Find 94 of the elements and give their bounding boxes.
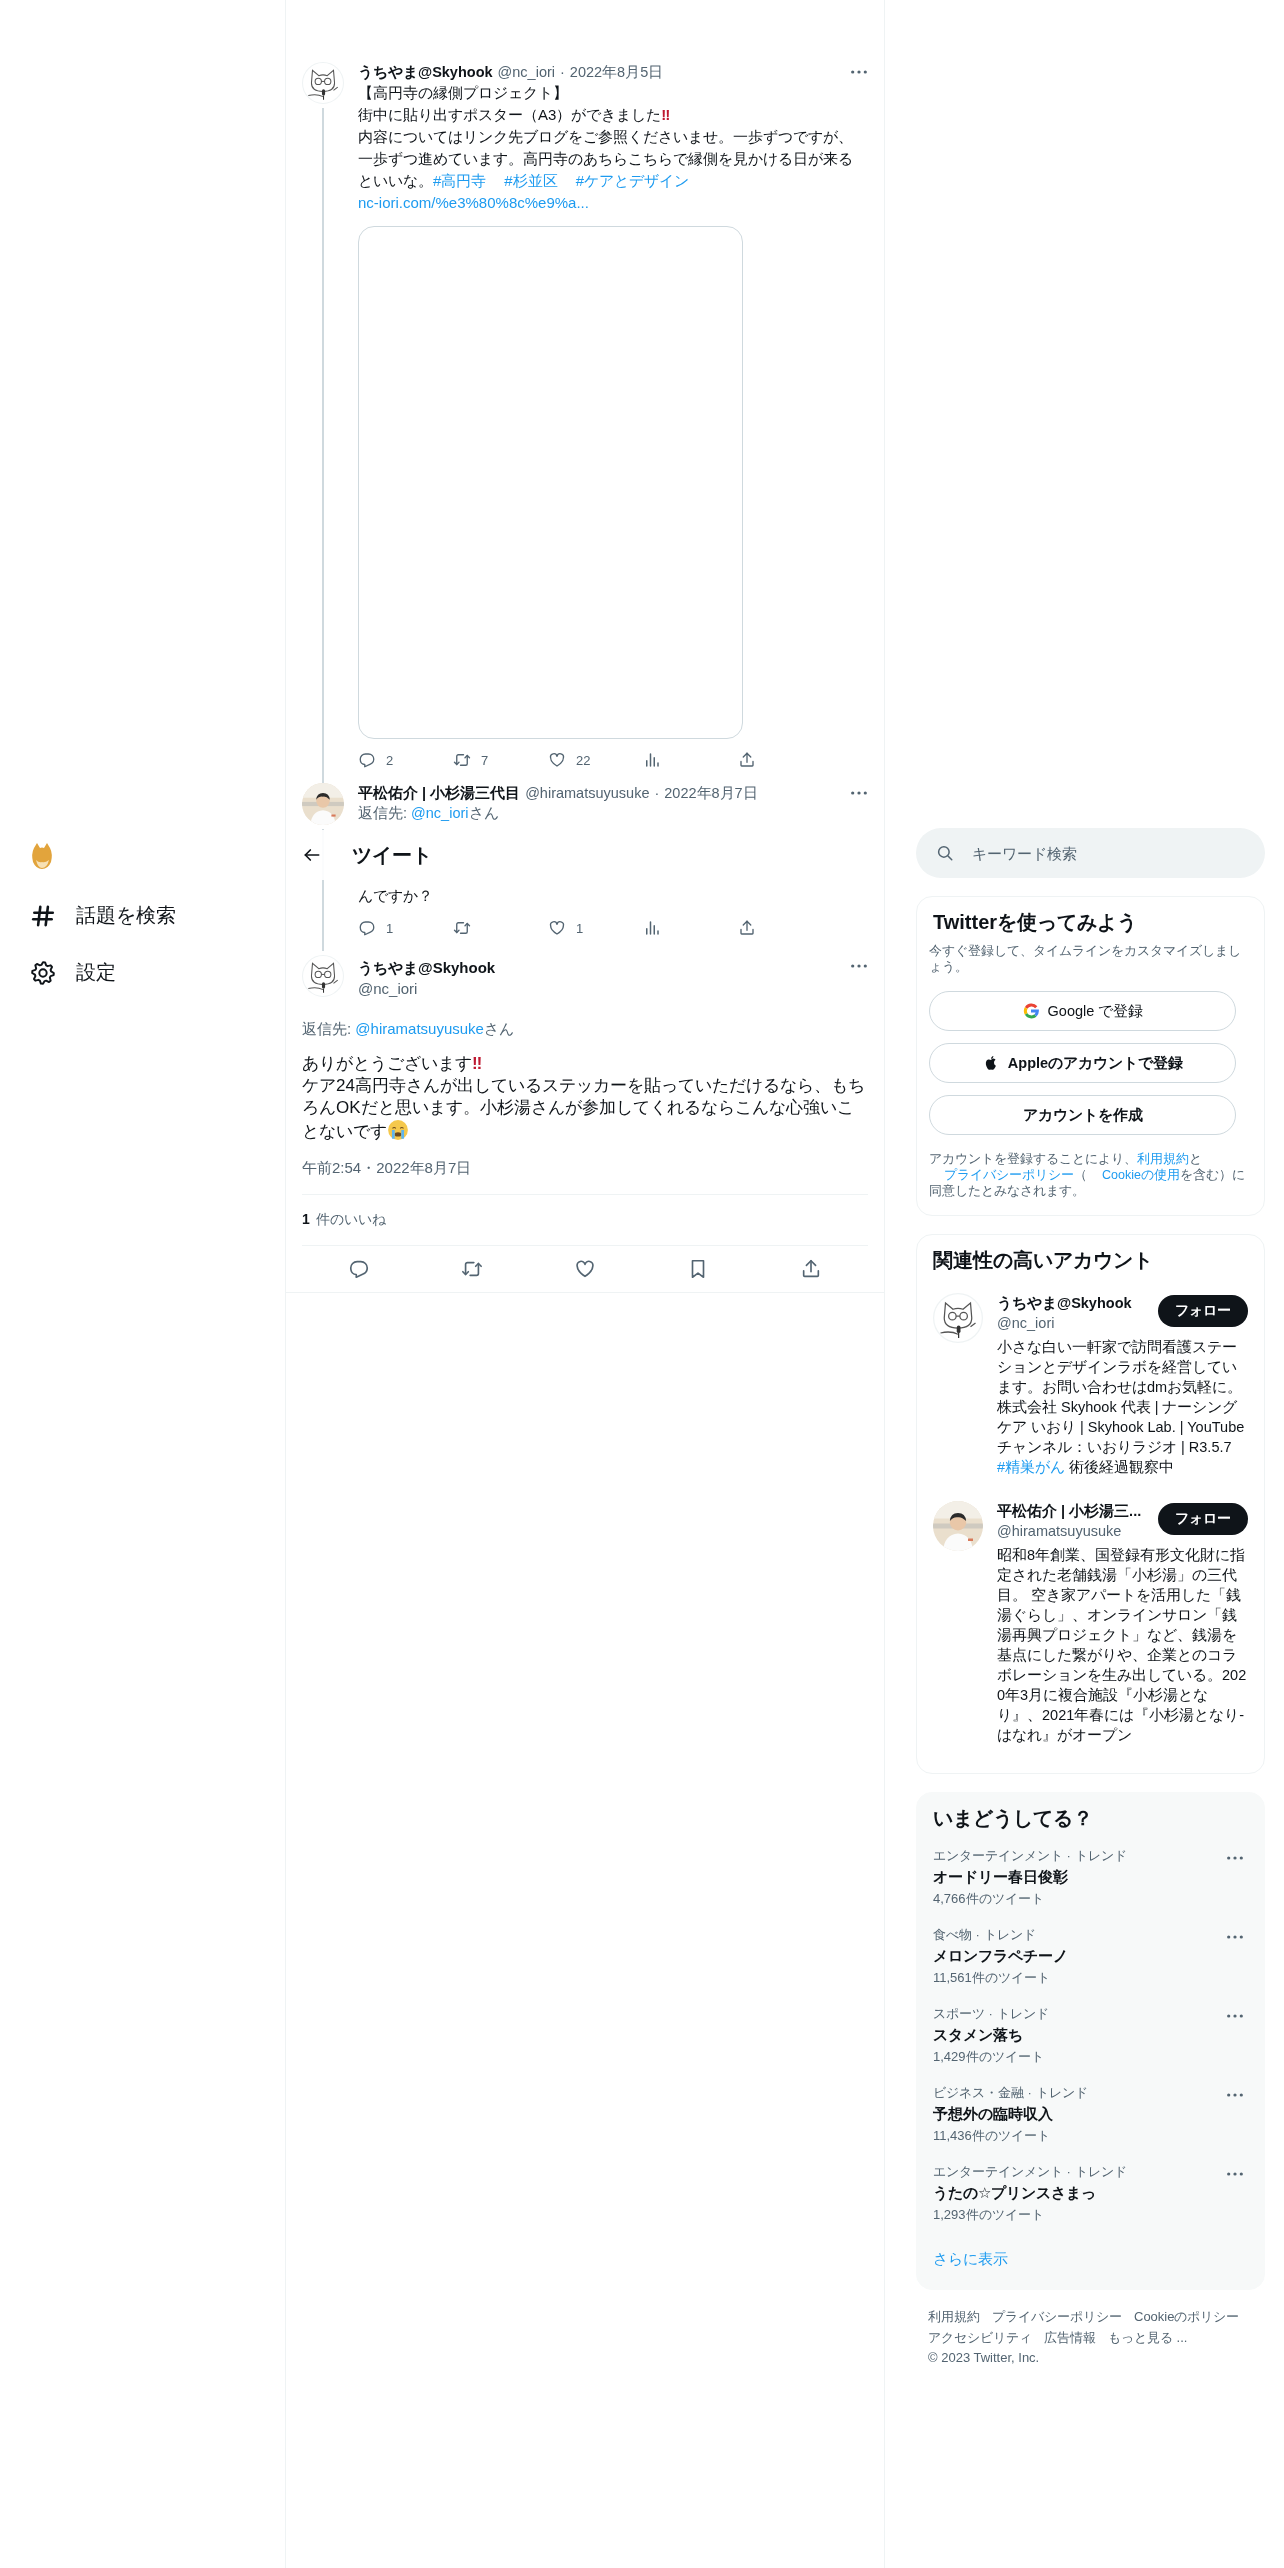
footer-link[interactable]: アクセシビリティ — [928, 2329, 1032, 2347]
trend-count: 11,436件のツイート — [933, 2127, 1051, 2145]
more-icon[interactable] — [1226, 2092, 1244, 2098]
separator-dot: · — [654, 784, 660, 803]
reply-icon[interactable] — [358, 751, 376, 769]
footer-link[interactable]: もっと見る ... — [1108, 2329, 1188, 2347]
bar-chart-icon[interactable] — [643, 919, 661, 937]
action-count: 1 — [576, 920, 584, 936]
trend-count: 1,293件のツイート — [933, 2206, 1045, 2224]
crying-emoji-icon — [387, 1119, 409, 1141]
author-handle[interactable]: @nc_iori — [497, 62, 555, 82]
reply-to-text: 返信先: @nc_iori さん — [358, 804, 500, 823]
footer-link[interactable]: 利用規約 — [928, 2308, 980, 2326]
trend-category: エンターテインメント · トレンド — [933, 1847, 1127, 1865]
trend-title[interactable]: うたの☆プリンスさまっ — [933, 2184, 1127, 2203]
search-icon — [936, 844, 954, 862]
more-icon[interactable] — [1226, 1855, 1244, 1861]
signup-subtitle: 今すぐ登録して、タイムラインをカスタマイズしましょう。 — [929, 943, 1242, 975]
account-handle[interactable]: @hiramatsuyusuke — [997, 1521, 1142, 1541]
trend-category: 食べ物 · トレンド — [933, 1926, 1037, 1944]
author-name[interactable]: うちやま@Skyhook — [358, 957, 496, 978]
footer-link[interactable]: Cookieのポリシー — [1134, 2308, 1240, 2326]
tweet-text: 【高円寺の縁側プロジェクト】 — [358, 83, 569, 103]
legal-text: アカウントを登録することにより、利用規約 と プライバシーポリシー（ Cookieの使用を含む）に同意したとみなされます。 — [929, 1151, 1246, 1199]
follow-button[interactable]: フォロー — [1158, 1503, 1248, 1535]
tweet-text: んですか？ — [358, 886, 434, 906]
cat-avatar[interactable] — [302, 62, 344, 104]
action-count: 22 — [576, 752, 591, 768]
search-field[interactable]: キーワード検索 — [916, 828, 1265, 878]
reply-icon[interactable] — [347, 1258, 370, 1280]
action-count: 1 — [386, 920, 394, 936]
retweet-icon[interactable] — [453, 919, 471, 937]
reply-icon[interactable] — [358, 919, 376, 937]
tweet-text: ケア24高円寺さんが出しているステッカーを貼っていただけるなら、もちろんOKだと思います。小杉湯さんが参加してくれるならこんな心強いことないです — [302, 1075, 866, 1143]
more-icon[interactable] — [1226, 2013, 1244, 2019]
reply-to-text: 返信先: @hiramatsuyusukeさん — [302, 1019, 515, 1039]
account-bio: 小さな白い一軒家で訪問看護ステーションとデザインラボを経営しています。お問い合わせはdmお気軽に。株式会社 Skyhook 代表 | ナーシングケア いおり | Skyhook Lab. | YouTube チャンネル：いおりラジオ | R3.5.7 #精巣がん 術後経過観察中 — [997, 1338, 1246, 1477]
trend-title[interactable]: オードリー春日俊彰 — [933, 1868, 1127, 1887]
trend-title[interactable]: 予想外の臨時収入 — [933, 2105, 1088, 2124]
footer-link[interactable]: 広告情報 — [1044, 2329, 1096, 2347]
trend-title[interactable]: メロンフラペチーノ — [933, 1947, 1068, 1966]
trend-category: スポーツ · トレンド — [933, 2005, 1049, 2023]
settings-icon — [30, 959, 56, 986]
author-handle[interactable]: @nc_iori — [358, 978, 496, 999]
tweet-timestamp[interactable]: 午前2:54・2022年8月7日 — [302, 1159, 868, 1195]
share-icon[interactable] — [738, 919, 756, 937]
bar-chart-icon[interactable] — [643, 751, 661, 769]
separator-dot: · — [560, 63, 565, 82]
trend-count: 1,429件のツイート — [933, 2048, 1045, 2066]
page-title: ツイート — [352, 842, 432, 868]
author-handle[interactable]: @hiramatsuyusuke — [525, 783, 650, 803]
card-title: Twitterを使ってみよう — [932, 910, 1139, 935]
account-bio: 昭和8年創業、国登録有形文化財に指定された老舗銭湯「小杉湯」の三代目。 空き家アパートを活用した「銭湯ぐらし」、オンラインサロン「銭湯再興プロジェクト」など、銭湯を基点にした繋がりや、企業とのコラボレーションを生み出している。2020年3月に複合施設『小杉湯となり』、2021年春には『小杉湯となり-はなれ』がオープン — [997, 1546, 1248, 1745]
more-icon[interactable] — [850, 790, 868, 796]
google-logo-icon — [1021, 1002, 1040, 1020]
cat-avatar[interactable] — [933, 1293, 983, 1343]
author-name[interactable]: うちやま@Skyhook — [358, 62, 493, 82]
tweet-date[interactable]: 2022年8月5日 — [569, 62, 664, 82]
more-icon[interactable] — [1226, 1934, 1244, 1940]
account-handle[interactable]: @nc_iori — [997, 1313, 1132, 1333]
nav-item[interactable]: 設定 — [30, 959, 285, 986]
follow-button[interactable]: フォロー — [1158, 1295, 1248, 1327]
more-icon[interactable] — [1226, 2171, 1244, 2177]
card-title: 関連性の高いアカウント — [932, 1248, 1154, 1273]
copyright-text: © 2023 Twitter, Inc. — [928, 2350, 1040, 2365]
tweet-text: ありがとうございます‼ — [302, 1053, 484, 1075]
signup-button[interactable]: Google で登録 — [929, 991, 1236, 1031]
action-count: 2 — [386, 752, 394, 768]
signup-button[interactable]: アカウントを作成 — [929, 1095, 1236, 1135]
share-icon[interactable] — [738, 751, 756, 769]
more-icon[interactable] — [850, 963, 868, 969]
heart-icon[interactable] — [548, 919, 566, 937]
signup-button[interactable]: Appleのアカウントで登録 — [929, 1043, 1236, 1083]
card-title: いまどうしてる？ — [932, 1806, 1094, 1831]
cat-avatar[interactable] — [302, 955, 344, 997]
trend-count: 4,766件のツイート — [933, 1890, 1045, 1908]
trend-category: ビジネス・金融 · トレンド — [933, 2084, 1088, 2102]
more-icon[interactable] — [850, 69, 868, 75]
trend-title[interactable]: スタメン落ち — [933, 2026, 1049, 2045]
tweet-text: 街中に貼り出すポスター（A3）ができました‼ — [358, 105, 672, 125]
likes-label[interactable]: 件のいいね — [315, 1211, 386, 1229]
heart-icon[interactable] — [573, 1258, 596, 1280]
nav-item[interactable]: 話題を検索 — [30, 902, 285, 929]
tweet-date[interactable]: 2022年8月7日 — [664, 783, 758, 803]
trend-category: エンターテインメント · トレンド — [933, 2163, 1127, 2181]
author-name[interactable]: 平松佑介 | 小杉湯三代目 — [358, 783, 521, 803]
likes-count[interactable]: 1 — [302, 1211, 310, 1227]
action-count: 7 — [481, 752, 489, 768]
account-name[interactable]: うちやま@Skyhook — [997, 1293, 1132, 1313]
footer-link[interactable]: プライバシーポリシー — [992, 2308, 1122, 2326]
account-name[interactable]: 平松佑介 | 小杉湯三... — [997, 1501, 1142, 1521]
heart-icon[interactable] — [548, 751, 566, 769]
trend-count: 11,561件のツイート — [933, 1969, 1051, 1987]
retweet-icon[interactable] — [453, 751, 471, 769]
